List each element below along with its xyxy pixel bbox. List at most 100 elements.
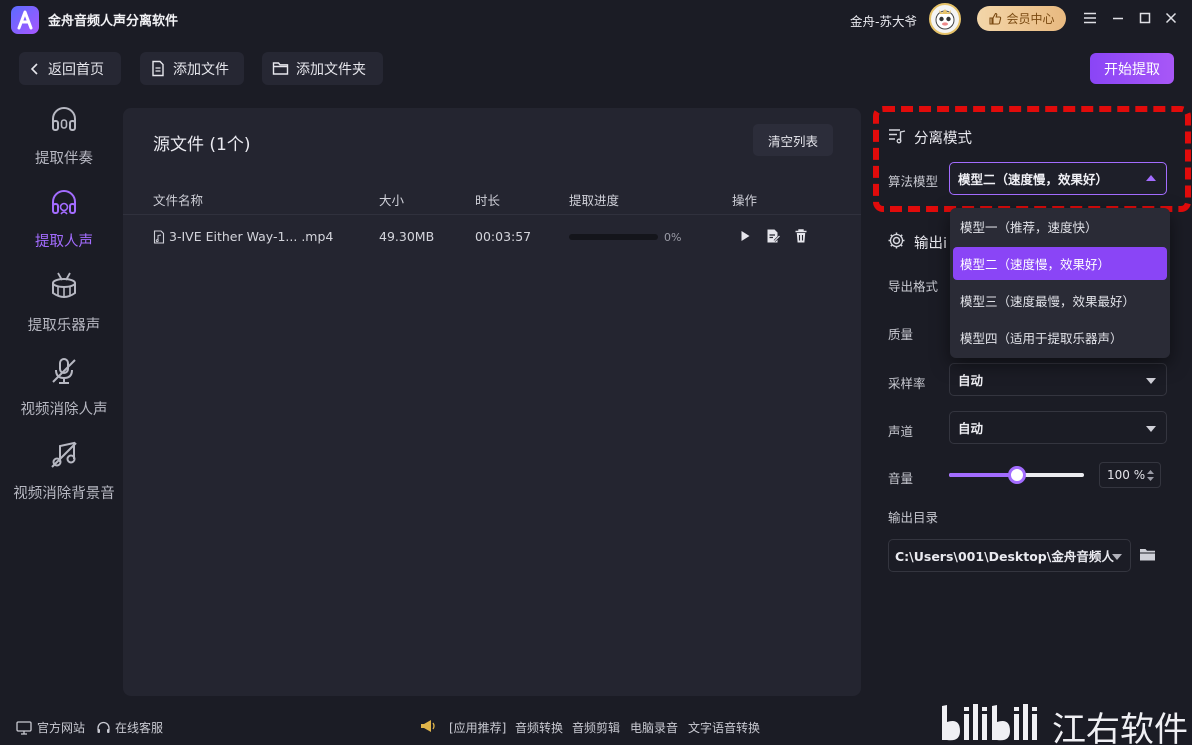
bilibili-logo-icon <box>942 704 1037 741</box>
add-file-button[interactable]: 添加文件 <box>140 52 244 85</box>
sample-rate-label: 采样率 <box>888 376 926 391</box>
output-directory-select[interactable]: C:\Users\001\Desktop\金舟音频人 <box>888 539 1131 572</box>
chevron-up-icon <box>1146 175 1156 181</box>
quality-label: 质量 <box>888 327 914 342</box>
mic-off-icon <box>48 355 80 387</box>
app-logo-icon <box>11 6 39 34</box>
separation-mode-panel <box>873 108 1191 211</box>
maximize-icon[interactable] <box>1136 9 1154 27</box>
online-service-link[interactable]: 在线客服 <box>96 719 163 736</box>
back-home-button[interactable]: 返回首页 <box>19 52 121 85</box>
start-extract-button[interactable]: 开始提取 <box>1090 53 1174 84</box>
footer-link-audio-edit[interactable]: 音频剪辑 <box>572 719 620 736</box>
clear-list-button[interactable]: 清空列表 <box>753 124 833 156</box>
channel-value: 自动 <box>958 421 984 436</box>
output-settings-title: 输出i <box>914 236 948 252</box>
sidebar-item-video-remove-vocals[interactable]: 视频消除人声 <box>0 355 128 433</box>
vip-center-button[interactable]: 会员中心 <box>977 6 1066 31</box>
sidebar-item-video-remove-bgm[interactable]: 视频消除背景音 <box>0 439 128 517</box>
add-folder-label: 添加文件夹 <box>296 61 366 78</box>
music-off-icon <box>48 439 80 471</box>
monitor-icon <box>16 720 32 735</box>
progress-bar <box>569 234 658 240</box>
sidebar-item-extract-instrument[interactable]: 提取乐器声 <box>0 271 128 349</box>
title-bar: 金舟音频人声分离软件 金舟-苏大爷 会员中心 <box>0 0 1192 40</box>
output-directory-value: C:\Users\001\Desktop\金舟音频人 <box>895 549 1114 564</box>
sample-rate-select[interactable]: 自动 <box>949 363 1167 396</box>
play-icon[interactable] <box>737 228 753 244</box>
avatar[interactable] <box>929 3 961 35</box>
volume-label: 音量 <box>888 471 914 486</box>
dropdown-option-model-1[interactable]: 模型一（推荐，速度快） <box>953 210 1167 243</box>
separation-mode-icon <box>888 128 906 144</box>
close-icon[interactable] <box>1162 9 1180 27</box>
add-file-label: 添加文件 <box>173 61 229 78</box>
export-format-label: 导出格式 <box>888 279 939 294</box>
open-folder-icon[interactable] <box>1139 547 1156 562</box>
megaphone-icon <box>419 718 437 734</box>
minimize-icon[interactable] <box>1109 9 1127 27</box>
file-list-panel: 源文件 (1个) 清空列表 文件名称 大小 时长 提取进度 操作 3-IVE E… <box>123 108 861 696</box>
volume-slider-thumb[interactable] <box>1007 466 1026 484</box>
algorithm-model-value: 模型二（速度慢，效果好） <box>958 172 1109 187</box>
username[interactable]: 金舟-苏大爷 <box>850 11 917 30</box>
headset-icon <box>96 721 111 735</box>
file-name: 3-IVE Either Way-1... .mp4 <box>169 229 334 244</box>
delete-icon[interactable] <box>793 228 809 244</box>
footer-link-text-to-speech[interactable]: 文字语音转换 <box>688 719 760 736</box>
sidebar-item-label: 视频消除人声 <box>20 402 108 418</box>
bilibili-watermark: 江右软件 <box>938 700 1192 745</box>
file-name-cell: 3-IVE Either Way-1... .mp4 <box>153 229 333 244</box>
volume-value: 100 % <box>1107 468 1146 482</box>
back-home-label: 返回首页 <box>48 61 104 78</box>
vocal-headphone-icon <box>48 187 80 219</box>
file-icon <box>150 60 166 77</box>
footer-link-pc-record[interactable]: 电脑录音 <box>630 719 678 736</box>
algorithm-model-select[interactable]: 模型二（速度慢，效果好） <box>949 162 1167 195</box>
column-header-progress: 提取进度 <box>569 193 620 208</box>
volume-stepper[interactable]: 100 % <box>1099 462 1161 488</box>
sidebar-item-label: 视频消除背景音 <box>13 486 115 502</box>
column-header-size: 大小 <box>379 193 405 208</box>
edit-file-icon[interactable] <box>765 228 781 244</box>
online-service-label: 在线客服 <box>115 721 164 735</box>
menu-icon[interactable] <box>1081 9 1099 27</box>
volume-slider-fill <box>949 473 1017 477</box>
app-recommend-label: [应用推荐] <box>449 721 507 735</box>
headphone-icon <box>48 104 80 136</box>
dropdown-option-model-4[interactable]: 模型四（适用于提取乐器声） <box>953 321 1167 354</box>
channel-select[interactable]: 自动 <box>949 411 1167 444</box>
footer-link-audio-convert[interactable]: 音频转换 <box>515 719 563 736</box>
drum-icon <box>48 271 80 303</box>
vip-center-label: 会员中心 <box>1006 12 1055 26</box>
algorithm-model-label: 算法模型 <box>888 174 939 189</box>
folder-icon <box>272 61 289 76</box>
chevron-down-icon <box>1146 378 1156 384</box>
table-divider <box>123 214 861 215</box>
sidebar-item-label: 提取人声 <box>35 234 93 250</box>
app-title: 金舟音频人声分离软件 <box>48 14 179 29</box>
file-size: 49.30MB <box>379 229 435 244</box>
sidebar-item-extract-vocals[interactable]: 提取人声 <box>0 187 128 265</box>
sidebar-item-extract-accompaniment[interactable]: 提取伴奏 <box>0 104 128 182</box>
panel-title: 源文件 (1个) <box>153 135 251 155</box>
dropdown-option-model-3[interactable]: 模型三（速度最慢，效果最好） <box>953 284 1167 317</box>
settings-gear-icon <box>887 231 906 250</box>
column-header-name: 文件名称 <box>153 193 204 208</box>
official-website-link[interactable]: 官方网站 <box>16 719 85 736</box>
chevron-left-icon <box>29 62 41 76</box>
column-header-duration: 时长 <box>475 193 501 208</box>
stepper-arrows-icon[interactable] <box>1146 468 1155 483</box>
sidebar-item-label: 提取伴奏 <box>35 151 93 167</box>
volume-slider[interactable] <box>949 466 1084 484</box>
chevron-down-icon <box>1112 554 1122 560</box>
chevron-down-icon <box>1146 426 1156 432</box>
official-website-label: 官方网站 <box>37 721 86 735</box>
progress-text: 0% <box>664 231 682 244</box>
file-duration: 00:03:57 <box>475 229 532 244</box>
dropdown-option-model-2[interactable]: 模型二（速度慢，效果好） <box>953 247 1167 280</box>
watermark-text: 江右软件 <box>1052 710 1188 745</box>
thumb-up-icon <box>988 12 1002 26</box>
add-folder-button[interactable]: 添加文件夹 <box>262 52 383 85</box>
sidebar-item-label: 提取乐器声 <box>27 318 101 334</box>
